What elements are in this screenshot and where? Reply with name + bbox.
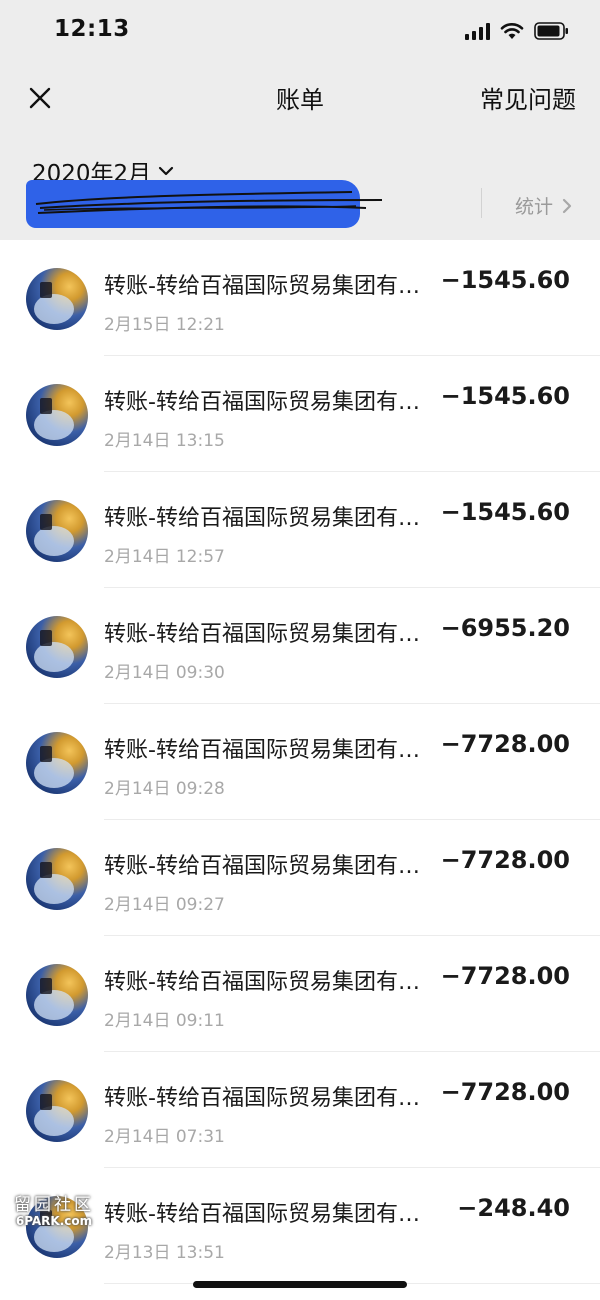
redaction-mark (26, 180, 383, 228)
bill-title: 转账-转给百福国际贸易集团有… (104, 1086, 420, 1111)
payee-avatar (26, 732, 88, 794)
faq-link[interactable]: 常见问题 (480, 80, 576, 115)
payee-avatar (26, 500, 88, 562)
bill-row[interactable]: 转账-转给百福国际贸易集团有… 2月14日 09:11 −7728.00 (0, 936, 600, 1052)
bill-date: 2月13日 13:51 (104, 1243, 225, 1263)
stats-link[interactable]: 统计 (515, 192, 573, 219)
bill-amount: −248.40 (457, 1194, 570, 1222)
payee-avatar (26, 964, 88, 1026)
nav-bar: 账单 常见问题 (0, 62, 600, 132)
bill-row[interactable]: 转账-转给百福国际贸易集团有… 2月14日 13:15 −1545.60 (0, 356, 600, 472)
payee-avatar (26, 268, 88, 330)
bill-row[interactable]: 转账-转给百福国际贸易集团有… 2月14日 09:30 −6955.20 (0, 588, 600, 704)
bill-row[interactable]: 转账-转给百福国际贸易集团有… 2月14日 09:27 −7728.00 (0, 820, 600, 936)
bill-date: 2月14日 09:11 (104, 1011, 225, 1031)
wifi-icon (500, 23, 524, 39)
bill-date: 2月15日 12:21 (104, 315, 225, 335)
bill-title: 转账-转给百福国际贸易集团有… (104, 1202, 420, 1227)
bill-amount: −6955.20 (440, 614, 570, 642)
bill-title: 转账-转给百福国际贸易集团有… (104, 506, 420, 531)
status-icons (465, 22, 570, 40)
status-time: 12:13 (54, 16, 130, 42)
bill-title: 转账-转给百福国际贸易集团有… (104, 854, 420, 879)
bill-list: 转账-转给百福国际贸易集团有… 2月15日 12:21 −1545.60 转账-转给百… (0, 240, 600, 1300)
bill-screen: 12:13 账单 常见问题 2020年2月 统计 转账-转给百福国际贸易集团有…… (0, 0, 600, 1300)
payee-avatar (26, 848, 88, 910)
bill-amount: −7728.00 (440, 962, 570, 990)
watermark-cn: 留园社区 (14, 1195, 94, 1215)
bill-date: 2月14日 09:30 (104, 663, 225, 683)
bill-row[interactable]: 转账-转给百福国际贸易集团有… 2月14日 09:28 −7728.00 (0, 704, 600, 820)
bill-amount: −1545.60 (440, 382, 570, 410)
header-divider (481, 188, 482, 218)
bill-amount: −7728.00 (440, 846, 570, 874)
payee-avatar (26, 384, 88, 446)
bill-row[interactable]: 转账-转给百福国际贸易集团有… 2月15日 12:21 −1545.60 (0, 240, 600, 356)
bill-title: 转账-转给百福国际贸易集团有… (104, 390, 420, 415)
month-header: 2020年2月 统计 (0, 132, 600, 240)
site-watermark: 留园社区 6PARK.com (8, 1196, 100, 1228)
payee-avatar (26, 616, 88, 678)
bill-title: 转账-转给百福国际贸易集团有… (104, 274, 420, 299)
bill-amount: −7728.00 (440, 730, 570, 758)
home-indicator (193, 1281, 407, 1288)
bill-amount: −7728.00 (440, 1078, 570, 1106)
chevron-right-icon (562, 198, 572, 213)
battery-icon (534, 22, 568, 40)
bill-row[interactable]: 转账-转给百福国际贸易集团有… 2月14日 12:57 −1545.60 (0, 472, 600, 588)
bill-amount: −1545.60 (440, 266, 570, 294)
bill-row[interactable]: 转账-转给百福国际贸易集团有… 2月14日 07:31 −7728.00 (0, 1052, 600, 1168)
cellular-signal-icon (465, 22, 490, 40)
bill-title: 转账-转给百福国际贸易集团有… (104, 738, 420, 763)
status-bar: 12:13 (0, 0, 600, 62)
payee-avatar (26, 1080, 88, 1142)
bill-date: 2月14日 12:57 (104, 547, 225, 567)
bill-date: 2月14日 07:31 (104, 1127, 225, 1147)
bill-date: 2月14日 09:28 (104, 779, 225, 799)
stats-label: 统计 (515, 196, 554, 218)
chevron-down-icon (159, 166, 174, 176)
bill-title: 转账-转给百福国际贸易集团有… (104, 970, 420, 995)
bill-amount: −1545.60 (440, 498, 570, 526)
bill-date: 2月14日 13:15 (104, 431, 225, 451)
bill-title: 转账-转给百福国际贸易集团有… (104, 622, 420, 647)
bill-date: 2月14日 09:27 (104, 895, 225, 915)
watermark-en: 6PARK.com (15, 1213, 93, 1228)
